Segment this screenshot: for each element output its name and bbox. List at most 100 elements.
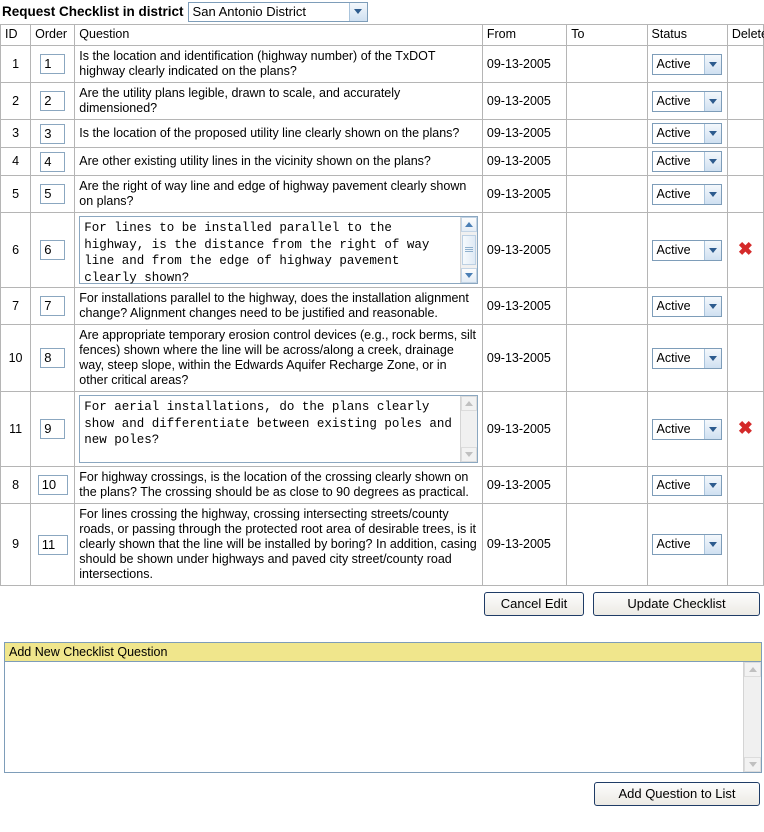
chevron-down-icon[interactable] xyxy=(703,348,721,368)
cell-question: Are appropriate temporary erosion contro… xyxy=(74,324,483,392)
chevron-down-icon[interactable] xyxy=(703,184,721,204)
order-input[interactable]: 4 xyxy=(40,151,66,172)
order-input[interactable]: 1 xyxy=(40,54,66,74)
order-input[interactable]: 9 xyxy=(40,419,66,439)
chevron-down-icon[interactable] xyxy=(703,475,721,495)
scrollbar-track[interactable] xyxy=(744,677,761,757)
column-header-order: Order xyxy=(30,24,76,46)
red-x-icon[interactable]: ✖ xyxy=(738,419,753,437)
cell-question: For highway crossings, is the location o… xyxy=(74,466,483,504)
table-row: 9 11 For lines crossing the highway, cross… xyxy=(0,503,764,586)
chevron-down-icon[interactable] xyxy=(703,419,721,439)
question-textarea-scrollbar[interactable] xyxy=(459,396,477,462)
cell-delete: ✖ xyxy=(726,212,764,288)
cell-from-date: 09-13-2005 xyxy=(481,324,568,392)
cell-delete xyxy=(726,466,764,504)
checklist-table: ID Order Question From To Status Delete … xyxy=(0,24,764,586)
district-select-value: San Antonio District xyxy=(192,4,306,19)
order-input[interactable]: 2 xyxy=(40,91,66,111)
cell-delete xyxy=(726,119,764,148)
question-text: Is the location of the proposed utility … xyxy=(79,126,460,140)
cell-from-date: 09-13-2005 xyxy=(481,82,568,120)
cell-id: 1 xyxy=(0,45,32,83)
cell-to-date xyxy=(566,82,648,120)
question-textarea[interactable]: For lines to be installed parallel to th… xyxy=(79,216,478,285)
table-row: 6 6 For lines to be installed parallel to … xyxy=(0,212,764,288)
order-input[interactable]: 3 xyxy=(40,123,66,144)
cell-id: 4 xyxy=(0,147,32,176)
order-input[interactable]: 10 xyxy=(37,475,68,495)
chevron-down-icon[interactable] xyxy=(703,124,721,143)
scroll-down-arrow-icon[interactable] xyxy=(460,268,477,283)
question-text: For highway crossings, is the location o… xyxy=(79,470,469,499)
order-input[interactable]: 11 xyxy=(37,534,68,555)
new-question-textarea[interactable] xyxy=(5,662,761,772)
chevron-down-icon[interactable] xyxy=(703,240,721,260)
status-select[interactable]: Active xyxy=(651,183,722,205)
cell-delete xyxy=(726,82,764,120)
status-select[interactable]: Active xyxy=(651,123,722,144)
cell-order: 11 xyxy=(30,503,76,586)
scroll-down-arrow-icon[interactable] xyxy=(460,447,477,462)
cell-from-date: 09-13-2005 xyxy=(481,466,568,504)
new-question-scrollbar[interactable] xyxy=(743,662,761,772)
cell-id: 8 xyxy=(0,466,32,504)
scrollbar-track[interactable] xyxy=(461,411,477,447)
cancel-edit-button[interactable]: Cancel Edit xyxy=(484,592,584,616)
cell-delete xyxy=(726,175,764,213)
cell-question: Is the location of the proposed utility … xyxy=(74,119,483,148)
district-select[interactable]: San Antonio District xyxy=(187,1,368,22)
scroll-up-arrow-icon[interactable] xyxy=(460,396,477,411)
question-text: For installations parallel to the highwa… xyxy=(79,291,469,320)
table-row: 4 4 Are other existing utility lines in th… xyxy=(0,147,764,176)
chevron-down-icon[interactable] xyxy=(703,152,721,171)
cell-status: Active xyxy=(646,287,728,325)
question-textarea-scrollbar[interactable] xyxy=(459,217,477,283)
cell-to-date xyxy=(566,119,648,148)
add-question-to-list-button[interactable]: Add Question to List xyxy=(594,782,760,806)
status-select[interactable]: Active xyxy=(651,295,722,317)
order-input[interactable]: 6 xyxy=(40,240,66,260)
chevron-down-icon[interactable] xyxy=(703,296,721,316)
cell-order: 3 xyxy=(30,119,76,148)
chevron-down-icon[interactable] xyxy=(348,2,367,21)
question-text: Are appropriate temporary erosion contro… xyxy=(79,328,476,387)
status-select[interactable]: Active xyxy=(651,90,722,112)
red-x-icon[interactable]: ✖ xyxy=(738,240,753,258)
order-input[interactable]: 7 xyxy=(40,296,66,316)
cell-to-date xyxy=(566,147,648,176)
scroll-up-arrow-icon[interactable] xyxy=(460,217,477,232)
cell-order: 10 xyxy=(30,466,76,504)
order-input[interactable]: 8 xyxy=(40,348,66,368)
table-row: 8 10 For highway crossings, is the locatio… xyxy=(0,466,764,504)
question-textarea[interactable]: For aerial installations, do the plans c… xyxy=(79,395,478,463)
status-select[interactable]: Active xyxy=(651,151,722,172)
scroll-up-arrow-icon[interactable] xyxy=(744,662,761,677)
question-text: Are the utility plans legible, drawn to … xyxy=(79,86,401,115)
add-new-question-header: Add New Checklist Question xyxy=(5,643,761,662)
question-text: For lines crossing the highway, crossing… xyxy=(79,507,477,581)
chevron-down-icon[interactable] xyxy=(703,535,721,554)
chevron-down-icon[interactable] xyxy=(703,91,721,111)
cell-delete xyxy=(726,287,764,325)
status-select[interactable]: Active xyxy=(651,474,722,496)
add-question-button-row: Add Question to List xyxy=(0,773,764,806)
status-select[interactable]: Active xyxy=(651,418,722,440)
status-select[interactable]: Active xyxy=(651,347,722,369)
scroll-down-arrow-icon[interactable] xyxy=(744,757,761,772)
status-select[interactable]: Active xyxy=(651,534,722,555)
update-checklist-button[interactable]: Update Checklist xyxy=(593,592,760,616)
scrollbar-track[interactable] xyxy=(461,232,477,233)
page-title: Request Checklist in district xyxy=(2,4,184,19)
cell-id: 7 xyxy=(0,287,32,325)
status-select[interactable]: Active xyxy=(651,53,722,75)
cell-delete xyxy=(726,324,764,392)
scrollbar-thumb[interactable] xyxy=(461,235,476,265)
order-input[interactable]: 5 xyxy=(40,184,66,204)
cell-id: 3 xyxy=(0,119,32,148)
table-row: 2 2 Are the utility plans legible, drawn t… xyxy=(0,82,764,120)
chevron-down-icon[interactable] xyxy=(703,54,721,74)
cell-to-date xyxy=(566,503,648,586)
cell-to-date xyxy=(566,324,648,392)
status-select[interactable]: Active xyxy=(651,239,722,261)
